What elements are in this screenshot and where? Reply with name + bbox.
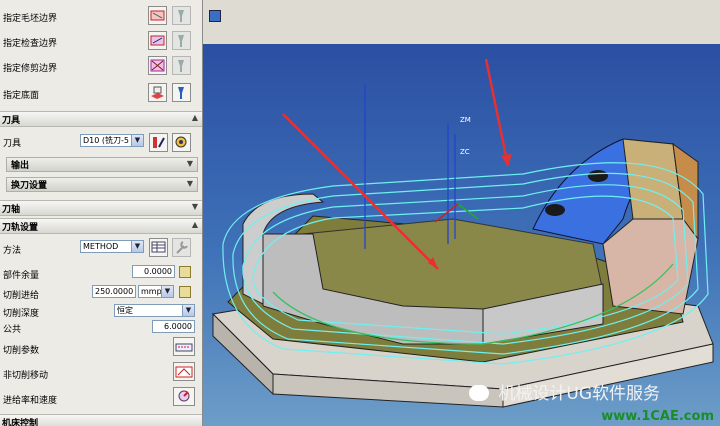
machine-section-title: 机床控制 [2, 419, 39, 426]
edit-tool-button[interactable] [149, 133, 168, 152]
machine-section-header[interactable]: 机床控制 [0, 414, 202, 426]
tool-section-title: 刀具 [2, 116, 21, 126]
watermark-site: www.1CAE.com [601, 409, 714, 424]
watermark: 机械设计UG软件服务 [469, 379, 714, 404]
flashlight-icon [178, 60, 184, 72]
noncut-label: 非切削移动 [3, 371, 49, 381]
edit-method-button[interactable] [149, 238, 168, 257]
cut-params-button[interactable] [173, 337, 195, 356]
zc-axis-label: ZC [460, 148, 470, 156]
view-cube-icon[interactable] [209, 10, 221, 22]
graphics-viewport[interactable]: ZM ZC 机械设计UG软件服务 www.1CAE.com [203, 44, 720, 426]
floor-plane-icon [151, 86, 164, 99]
axis-section-header[interactable]: 刀轴 ▼ [0, 200, 202, 216]
specify-blank-boundary-button[interactable] [148, 6, 167, 25]
chevron-down-icon: ▼ [186, 179, 193, 188]
chevron-down-icon: ▼ [161, 286, 173, 297]
tool-section-header[interactable]: 刀具 ▲ [0, 111, 202, 127]
display-trim-button[interactable] [172, 56, 191, 75]
cut-params-label: 切削参数 [3, 346, 40, 356]
toolpath-section-header[interactable]: 刀轨设置 ▲ [0, 218, 202, 234]
check-boundary-label: 指定检查边界 [3, 39, 58, 49]
noncut-moves-icon [175, 366, 193, 378]
chevron-down-icon: ▼ [131, 135, 143, 146]
zm-axis-label: ZM [460, 116, 471, 124]
feed-lock-icon[interactable] [179, 286, 191, 298]
toolchange-subsection[interactable]: 换刀设置 ▼ [6, 177, 198, 192]
tool-label: 刀具 [3, 139, 22, 149]
toolpath-section-title: 刀轨设置 [2, 223, 39, 233]
flashlight-icon [178, 35, 184, 47]
specify-floor-button[interactable] [148, 83, 167, 102]
specify-trim-boundary-button[interactable] [148, 56, 167, 75]
feeds-speeds-icon [178, 390, 190, 402]
operation-panel: 指定毛坯边界 指定检查边界 指定修剪边界 指定底面 刀具 ▲ 刀具 D10 (铣… [0, 0, 203, 426]
feed-input[interactable]: 250.0000 [92, 285, 136, 298]
cad-model [211, 58, 714, 408]
chevron-down-icon: ▼ [182, 305, 194, 316]
blank-boundary-label: 指定毛坯边界 [3, 14, 58, 24]
common-label: 公共 [3, 325, 22, 335]
display-check-button[interactable] [172, 31, 191, 50]
stock-lock-icon[interactable] [179, 266, 191, 278]
new-tool-button[interactable] [172, 133, 191, 152]
boundary-icon [150, 10, 165, 21]
feeds-label: 进给率和速度 [3, 396, 58, 406]
table-icon [151, 241, 166, 253]
tool-select[interactable]: D10 (铣刀-5 ▼ [80, 134, 144, 147]
boundary-icon [150, 35, 165, 46]
boundary-icon [150, 59, 165, 72]
tool-gear-icon [175, 136, 187, 148]
flashlight-icon [178, 10, 184, 22]
method-select[interactable]: METHOD ▼ [80, 240, 144, 253]
display-floor-button[interactable] [172, 83, 191, 102]
output-label: 输出 [11, 161, 30, 171]
depth-select-value: 恒定 [117, 306, 133, 315]
cut-params-icon [175, 343, 193, 352]
stock-label: 部件余量 [3, 271, 40, 281]
floor-label: 指定底面 [3, 91, 40, 101]
watermark-text: 机械设计UG软件服务 [498, 384, 661, 404]
chevron-up-icon: ▲ [191, 113, 198, 122]
toolchange-label: 换刀设置 [11, 181, 48, 191]
chevron-down-icon: ▼ [131, 241, 143, 252]
feeds-speeds-button[interactable] [173, 387, 195, 406]
method-select-value: METHOD [83, 242, 119, 251]
chevron-up-icon: ▲ [191, 220, 198, 229]
graphics-toolbar [203, 0, 720, 44]
stock-input[interactable]: 0.0000 [132, 265, 175, 278]
display-blank-button[interactable] [172, 6, 191, 25]
common-input[interactable]: 6.0000 [152, 320, 195, 333]
tool-select-value: D10 (铣刀-5 [83, 136, 129, 145]
feed-label: 切削进给 [3, 291, 40, 301]
method-label: 方法 [3, 246, 22, 256]
method-wrench-button[interactable] [172, 238, 191, 257]
depth-select[interactable]: 恒定 ▼ [114, 304, 195, 317]
specify-check-boundary-button[interactable] [148, 31, 167, 50]
depth-label: 切削深度 [3, 309, 40, 319]
flashlight-icon [178, 87, 184, 99]
noncut-moves-button[interactable] [173, 362, 195, 381]
output-subsection[interactable]: 输出 ▼ [6, 157, 198, 172]
axis-section-title: 刀轴 [2, 205, 21, 215]
chevron-down-icon: ▼ [186, 159, 193, 168]
edit-tool-icon [153, 137, 165, 148]
wechat-icon [469, 385, 489, 401]
trim-boundary-label: 指定修剪边界 [3, 64, 58, 74]
red-arrow [484, 58, 510, 167]
wrench-icon [176, 241, 188, 254]
chevron-down-icon: ▼ [191, 202, 198, 211]
feed-unit-select[interactable]: mmpm ▼ [138, 285, 174, 298]
